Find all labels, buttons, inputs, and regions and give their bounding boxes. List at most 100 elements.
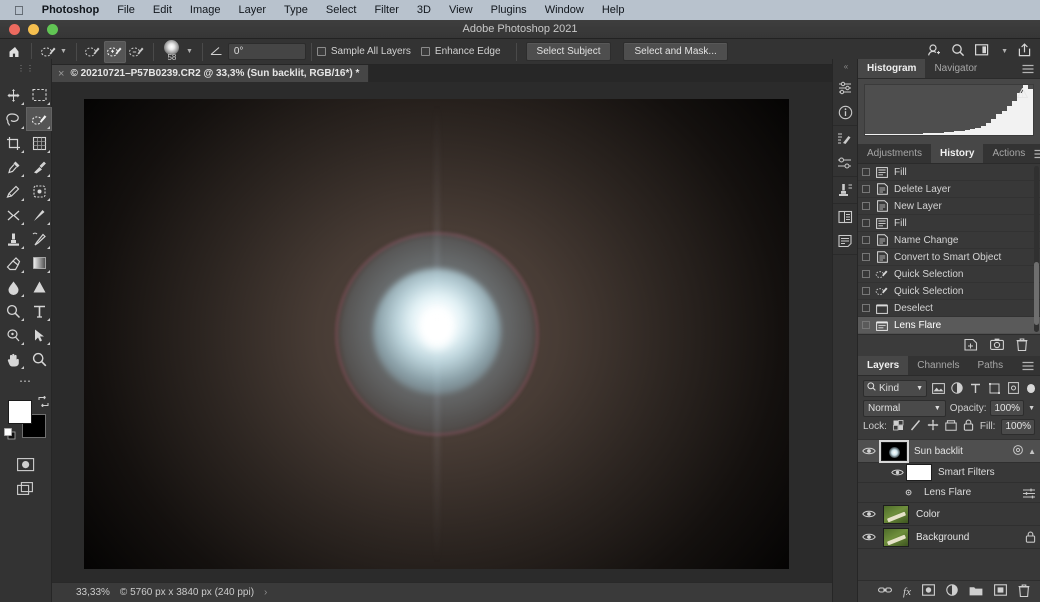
foreground-color-swatch[interactable] (8, 400, 32, 424)
link-layers-icon[interactable] (878, 585, 892, 598)
zoom-blur-tool[interactable] (0, 299, 26, 323)
menu-item-image[interactable]: Image (181, 4, 230, 16)
chevron-right-icon[interactable]: › (264, 587, 267, 598)
menu-item-select[interactable]: Select (317, 4, 366, 16)
layer-row-lens-flare-filter[interactable]: Lens Flare (858, 483, 1040, 503)
history-state-row[interactable]: Convert to Smart Object (858, 249, 1040, 266)
layer-name-sun-backlit[interactable]: Sun backlit (907, 446, 963, 457)
edit-toolbar-icon[interactable]: ⋯ (0, 371, 52, 394)
screen-mode-button[interactable] (0, 472, 52, 497)
chevron-down-icon[interactable]: ▼ (1028, 405, 1035, 412)
libraries-icon[interactable] (834, 208, 856, 226)
scrollbar-thumb[interactable] (1034, 262, 1039, 326)
tab-histogram[interactable]: Histogram (858, 59, 926, 78)
layers-list[interactable]: Sun backlit ▲ Smart Filters Lens Flare C… (858, 440, 1040, 580)
history-snapshot-checkbox[interactable] (862, 287, 870, 295)
layer-filter-kind-select[interactable]: Kind ▼ (863, 379, 928, 397)
brush-presets-icon[interactable] (834, 154, 856, 172)
angle-input[interactable]: 0° (227, 43, 306, 60)
spot-healing-brush-tool[interactable] (26, 155, 52, 179)
eraser-tool[interactable] (0, 251, 26, 275)
selection-subtract-icon[interactable] (126, 41, 148, 63)
history-state-row[interactable]: Lens Flare (858, 317, 1040, 334)
history-snapshot-checkbox[interactable] (862, 304, 870, 312)
menu-item-help[interactable]: Help (593, 4, 634, 16)
select-subject-button[interactable]: Select Subject (525, 42, 612, 61)
path-selection-tool[interactable] (26, 323, 52, 347)
content-aware-move-tool[interactable] (0, 203, 26, 227)
menu-item-filter[interactable]: Filter (365, 4, 407, 16)
close-icon[interactable]: × (58, 68, 64, 80)
panel-menu-icon[interactable] (1034, 144, 1040, 163)
history-states-list[interactable]: Fill Delete Layer New Layer Fill Name Change… (858, 164, 1040, 334)
apple-logo-icon[interactable]:  (10, 4, 38, 17)
zoom-level[interactable]: 33,33% (76, 587, 110, 598)
blur-tool[interactable] (0, 275, 26, 299)
new-adjustment-layer-icon[interactable] (946, 584, 958, 599)
lens-flare-filter-label[interactable]: Lens Flare (918, 487, 971, 498)
select-and-mask-button[interactable]: Select and Mask... (623, 42, 728, 61)
clone-stamp-tool[interactable] (0, 227, 26, 251)
history-state-row[interactable]: New Layer (858, 198, 1040, 215)
tab-layers[interactable]: Layers (858, 356, 909, 375)
menu-item-edit[interactable]: Edit (144, 4, 181, 16)
document-tab[interactable]: × © 20210721–P57B0239.CR2 @ 33,3% (Sun b… (52, 65, 370, 82)
filter-smart-object-icon[interactable] (1006, 381, 1020, 396)
zoom-tool[interactable] (26, 347, 52, 371)
filter-adjustment-icon[interactable] (951, 381, 965, 396)
eye-icon[interactable] (858, 532, 880, 542)
pen-tool[interactable] (0, 323, 26, 347)
layer-thumbnail-sun-backlit[interactable] (881, 441, 907, 461)
history-snapshot-checkbox[interactable] (862, 321, 870, 329)
eye-icon[interactable] (858, 509, 880, 519)
search-icon[interactable] (951, 43, 965, 60)
panel-menu-icon[interactable] (1022, 356, 1040, 375)
tab-actions[interactable]: Actions (983, 144, 1034, 163)
menu-item-photoshop[interactable]: Photoshop (38, 4, 108, 16)
brush-tool[interactable] (26, 203, 52, 227)
hand-tool[interactable] (0, 347, 26, 371)
history-snapshot-checkbox[interactable] (862, 219, 870, 227)
layer-thumbnail-color[interactable] (883, 504, 909, 524)
new-document-from-state-icon[interactable] (964, 338, 978, 354)
lock-position-icon[interactable] (927, 419, 939, 434)
info-icon[interactable] (834, 103, 856, 121)
workspace-switcher-icon[interactable] (975, 44, 991, 59)
menu-item-layer[interactable]: Layer (229, 4, 275, 16)
properties-icon[interactable] (834, 79, 856, 97)
tab-navigator[interactable]: Navigator (925, 59, 986, 78)
layer-row-color[interactable]: Color (858, 503, 1040, 526)
tab-channels[interactable]: Channels (908, 356, 968, 375)
history-scrollbar[interactable] (1034, 166, 1039, 332)
document-dimensions[interactable]: © 5760 px x 3840 px (240 ppi) (120, 587, 254, 598)
fill-input[interactable]: 100% (1001, 418, 1036, 435)
lock-image-icon[interactable] (910, 419, 921, 434)
lock-all-icon[interactable] (963, 419, 974, 434)
clone-source-icon[interactable] (834, 181, 856, 199)
brush-tool-row[interactable] (0, 179, 26, 203)
history-state-row[interactable]: Fill (858, 215, 1040, 232)
history-state-row[interactable]: Deselect (858, 300, 1040, 317)
filter-pixel-icon[interactable] (932, 381, 946, 396)
add-mask-icon[interactable] (922, 584, 935, 599)
delete-layer-icon[interactable] (1018, 583, 1030, 600)
canvas-area[interactable] (52, 82, 832, 582)
histogram-chart[interactable] (864, 84, 1034, 136)
dodge-triangle-icon[interactable] (26, 275, 52, 299)
history-snapshot-checkbox[interactable] (862, 270, 870, 278)
quick-mask-mode-button[interactable] (0, 452, 52, 472)
quick-selection-tool[interactable] (26, 107, 52, 131)
eye-icon[interactable] (888, 468, 906, 477)
lock-artboard-icon[interactable] (945, 419, 957, 434)
share-icon[interactable] (1018, 43, 1031, 60)
brush-size-picker[interactable]: 58 (159, 39, 185, 64)
new-layer-icon[interactable] (994, 584, 1007, 599)
uncached-warning-icon[interactable] (1016, 87, 1029, 101)
menu-item-view[interactable]: View (440, 4, 482, 16)
default-colors-icon[interactable] (4, 428, 16, 443)
history-state-row[interactable]: Fill (858, 164, 1040, 181)
gradient-tool[interactable] (26, 251, 52, 275)
filter-options-icon[interactable] (1022, 487, 1036, 499)
lock-icon[interactable] (1025, 531, 1036, 543)
adobe-stock-icon[interactable] (927, 43, 941, 60)
